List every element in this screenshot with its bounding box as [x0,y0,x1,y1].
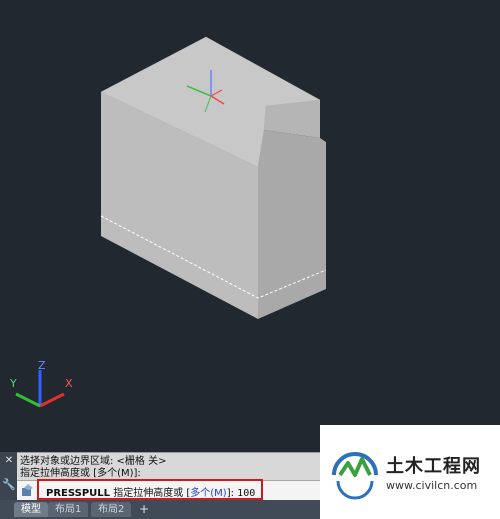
command-prompt: 指定拉伸高度或 [ [110,488,191,499]
close-icon[interactable]: ✕ [3,455,15,467]
command-option[interactable]: 多个(M) [190,488,226,499]
watermark: 土木工程网 www.civilcn.com [320,425,500,519]
command-history: 选择对象或边界区域: <栅格 关> 指定拉伸高度或 [多个(M)]: [0,452,320,481]
watermark-title: 土木工程网 [386,456,481,477]
ucs-x-label: X [65,377,73,390]
watermark-url: www.civilcn.com [386,479,478,492]
command-prompt-icon[interactable] [21,484,35,498]
tab-layout2[interactable]: 布局2 [91,502,132,517]
command-value[interactable]: 100 [237,488,255,499]
ucs-icon: Z X Y [9,360,73,408]
ucs-z-label: Z [38,360,46,372]
command-prompt-end: ]: [226,488,238,499]
add-layout-button[interactable]: + [132,502,156,517]
solid-right-face[interactable] [258,130,326,319]
customize-icon[interactable]: 🔧 [2,478,16,492]
history-line: 选择对象或边界区域: <栅格 关> [20,456,167,467]
layout-tabs: 模型 布局1 布局2 + [0,500,320,519]
civilcn-logo-icon [332,452,378,500]
ucs-y-label: Y [9,377,17,390]
command-text: PRESSPULL 指定拉伸高度或 [多个(M)]: 100 [46,484,255,499]
tab-model[interactable]: 模型 [14,502,48,517]
tab-layout1[interactable]: 布局1 [48,502,89,517]
command-name: PRESSPULL [46,488,111,499]
